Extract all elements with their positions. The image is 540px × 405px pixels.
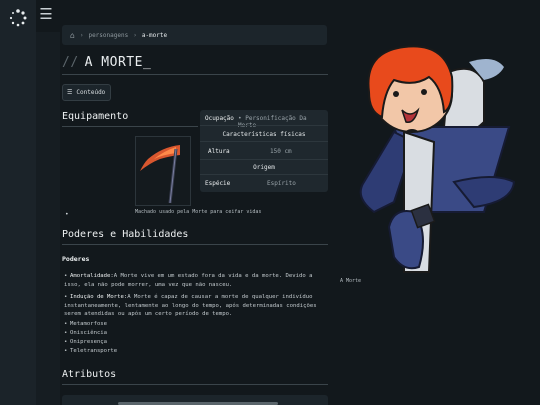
list-item: • Onipresença [64, 339, 108, 345]
ability-name: Indução de Morte: [70, 294, 128, 300]
species-label: Espécie [205, 180, 231, 187]
character-infobox: Ocupação • Personificação Da Morte Carac… [200, 110, 328, 192]
list-item: • Metamorfose [64, 321, 108, 327]
chevron-right-icon: › [133, 31, 137, 39]
app-rail [0, 0, 36, 405]
breadcrumb-item-current: a-morte [141, 31, 168, 39]
physical-characteristics-header: Características físicas [222, 131, 306, 138]
origin-header: Origem [253, 164, 275, 171]
list-item: • Amortalidade:A Morte vive em um estado … [64, 273, 313, 288]
abilities-subheading: Poderes [62, 255, 90, 263]
breadcrumb: ⌂ › personagens › a-morte [62, 25, 327, 45]
section-divider [62, 126, 198, 127]
chevron-right-icon: › [79, 31, 84, 39]
table-of-contents-button[interactable]: ☰ Conteúdo [62, 84, 111, 101]
infobox-divider [200, 141, 328, 142]
height-value: 150 cm [270, 148, 292, 155]
home-icon[interactable]: ⌂ [70, 31, 75, 40]
equipment-caption: Machado usado pela Morte para ceifar vid… [135, 209, 262, 215]
breadcrumb-item-personagens[interactable]: personagens [88, 32, 128, 39]
section-divider [62, 244, 328, 245]
infobox-divider [200, 125, 328, 126]
scythe-image [135, 136, 191, 206]
list-bullet: • [65, 211, 69, 218]
attributes-panel [62, 395, 328, 405]
character-caption: A Morte [340, 278, 362, 284]
occupation-label: Ocupação [205, 115, 234, 122]
list-item: • Onisciência [64, 330, 108, 336]
section-heading-attributes: Atributos [62, 369, 117, 380]
page-title: //A MORTE_ [62, 55, 152, 70]
section-divider [62, 384, 328, 385]
list-item: • Indução de Morte:A Morte é capaz de cau… [64, 294, 317, 317]
height-label: Altura [208, 148, 230, 155]
ability-name: Amortalidade: [70, 273, 114, 279]
infobox-divider [200, 159, 328, 160]
character-portrait-image [359, 45, 516, 273]
occupation-value: • Personificação Da Morte [238, 115, 307, 129]
infobox-divider [200, 174, 328, 175]
spinner-logo-icon[interactable] [8, 8, 28, 28]
section-heading-abilities: Poderes e Habilidades [62, 229, 189, 240]
menu-icon[interactable]: ☰ [36, 4, 56, 24]
section-heading-equipment: Equipamento [62, 111, 129, 122]
title-divider [62, 74, 328, 75]
species-value: Espírito [267, 180, 296, 187]
left-gutter [36, 32, 60, 405]
list-icon: ☰ [67, 89, 73, 96]
list-item: • Teletransporte [64, 348, 118, 354]
